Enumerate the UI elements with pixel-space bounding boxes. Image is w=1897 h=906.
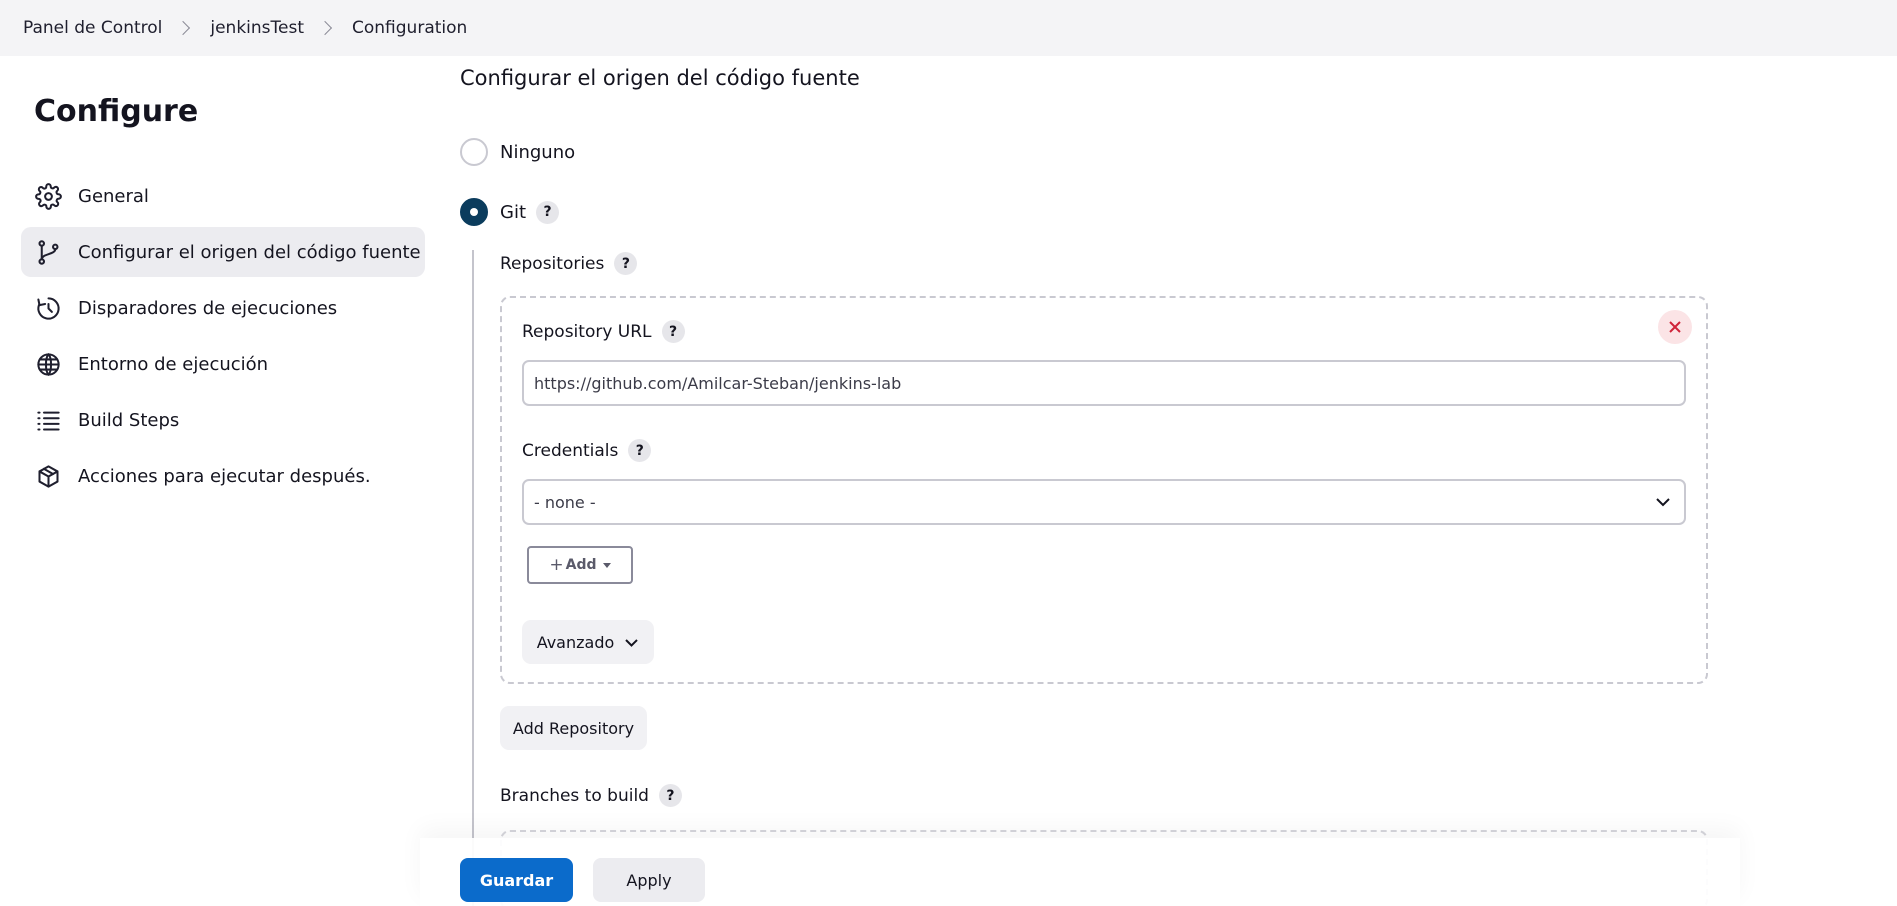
sidebar-item-label: Acciones para ejecutar después.	[78, 465, 371, 487]
plus-icon: +	[549, 555, 564, 575]
sidebar-item-triggers[interactable]: Disparadores de ejecuciones	[21, 283, 425, 333]
sidebar-item-label: Disparadores de ejecuciones	[78, 297, 338, 319]
repositories-label-text: Repositories	[500, 253, 605, 274]
sidebar-item-label: Configurar el origen del código fuente	[78, 241, 421, 263]
package-icon	[35, 463, 62, 490]
credentials-select-value: - none -	[534, 492, 596, 512]
credentials-select[interactable]: - none -	[522, 479, 1686, 525]
branches-label-text: Branches to build	[500, 785, 649, 806]
sidebar-item-build-steps[interactable]: Build Steps	[21, 395, 425, 445]
repository-panel: Repository URL ? https://github.com/Amil…	[500, 296, 1708, 684]
add-repository-button[interactable]: Add Repository	[500, 706, 647, 750]
breadcrumb: Panel de Control jenkinsTest Configurati…	[0, 0, 1897, 56]
list-icon	[35, 407, 62, 434]
breadcrumb-item-job[interactable]: jenkinsTest	[210, 18, 304, 38]
chevron-down-icon	[625, 638, 638, 647]
add-credentials-button[interactable]: + Add	[527, 546, 633, 584]
chevron-right-icon	[317, 20, 333, 36]
credentials-label-text: Credentials	[522, 440, 619, 461]
scm-option-none[interactable]: Ninguno	[460, 138, 575, 166]
advanced-button[interactable]: Avanzado	[522, 620, 654, 664]
help-icon[interactable]: ?	[628, 439, 652, 462]
advanced-label: Avanzado	[536, 632, 615, 652]
save-button[interactable]: Guardar	[460, 858, 573, 902]
globe-icon	[35, 351, 62, 378]
sidebar: General Configurar el origen del código …	[21, 171, 425, 507]
repository-url-label: Repository URL ?	[522, 320, 685, 343]
section-title: Configurar el origen del código fuente	[460, 66, 860, 90]
chevron-right-icon	[176, 20, 191, 36]
breadcrumb-item-dashboard[interactable]: Panel de Control	[23, 18, 162, 38]
radio-label: Ninguno	[500, 141, 576, 163]
sidebar-item-post-build[interactable]: Acciones para ejecutar después.	[21, 451, 425, 501]
repository-url-input[interactable]: https://github.com/Amilcar-Steban/jenkin…	[522, 360, 1686, 406]
delete-repository-button[interactable]	[1658, 310, 1692, 344]
apply-button[interactable]: Apply	[593, 858, 705, 902]
repositories-label: Repositories ?	[500, 252, 638, 275]
branches-to-build-label: Branches to build ?	[500, 784, 682, 807]
chevron-down-icon	[1656, 498, 1670, 507]
breadcrumb-item-configuration[interactable]: Configuration	[352, 18, 467, 38]
sidebar-item-environment[interactable]: Entorno de ejecución	[21, 339, 425, 389]
sidebar-title: Configure	[34, 94, 199, 129]
help-icon[interactable]: ?	[614, 252, 638, 275]
bottom-action-bar: Guardar Apply	[420, 838, 1740, 906]
help-icon[interactable]: ?	[661, 320, 685, 343]
repository-url-label-text: Repository URL	[522, 321, 652, 342]
section-divider	[472, 250, 474, 906]
help-icon[interactable]: ?	[536, 200, 560, 224]
radio-git[interactable]	[460, 198, 488, 226]
sidebar-item-label: Entorno de ejecución	[78, 353, 269, 375]
clock-icon	[35, 295, 62, 322]
credentials-label: Credentials ?	[522, 439, 652, 462]
help-icon[interactable]: ?	[658, 784, 682, 807]
sidebar-item-label: Build Steps	[78, 409, 180, 431]
add-credentials-label: Add	[565, 557, 597, 573]
sidebar-item-source-code[interactable]: Configurar el origen del código fuente	[21, 227, 425, 277]
git-branch-icon	[35, 239, 62, 266]
radio-label: Git	[500, 201, 527, 223]
sidebar-item-general[interactable]: General	[21, 171, 425, 221]
caret-down-icon	[602, 562, 611, 568]
close-icon	[1669, 321, 1681, 333]
scm-option-git[interactable]: Git ?	[460, 198, 560, 226]
gear-icon	[35, 182, 62, 210]
radio-none[interactable]	[460, 138, 488, 166]
sidebar-item-label: General	[78, 185, 149, 207]
